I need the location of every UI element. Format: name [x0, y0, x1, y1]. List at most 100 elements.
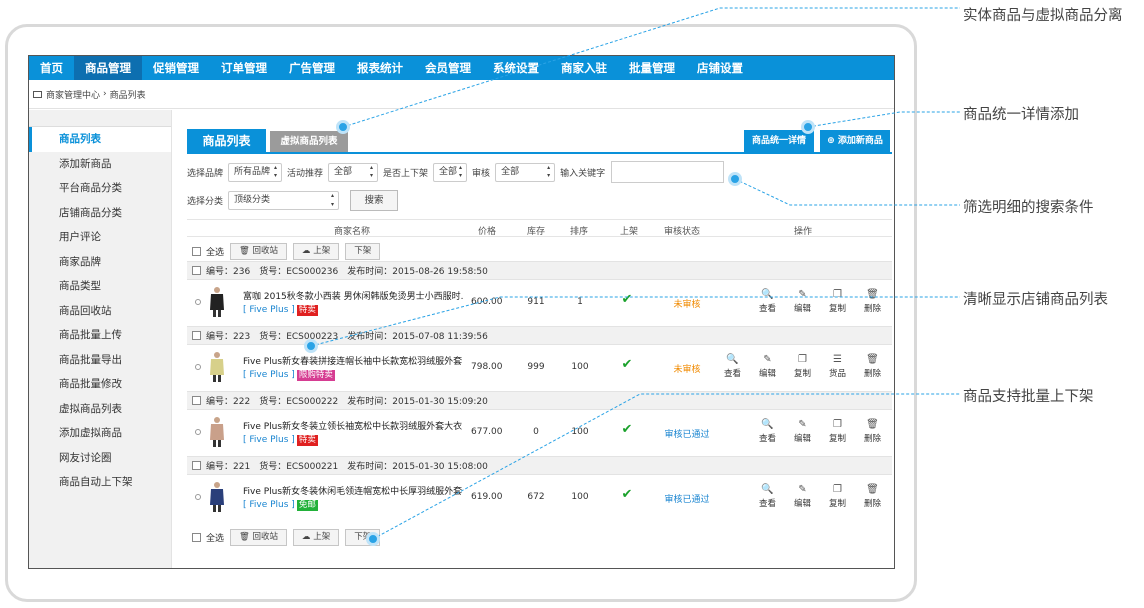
view-button[interactable]: 🔍 查看 [750, 419, 785, 444]
product-name[interactable]: Five Plus新女冬装立领长袖宽松中长款羽绒服外套大衣... [243, 419, 463, 432]
product-time: 发布时间：2015-07-08 11:39:56 [347, 332, 488, 342]
product-name[interactable]: Five Plus新女冬装休闲毛领连帽宽松中长厚羽绒服外套... [243, 484, 463, 497]
row-checkbox[interactable] [192, 461, 201, 470]
offshelf-button[interactable]: 下架 [345, 242, 381, 260]
view-button[interactable]: 🔍 查看 [750, 289, 785, 314]
row-checkbox[interactable] [192, 396, 201, 405]
sidebar-item-batch-edit[interactable]: 商品批量修改 [29, 372, 171, 397]
sidebar-item-add-virtual[interactable]: 添加虚拟商品 [29, 421, 171, 446]
edit-button[interactable]: ✎ 编辑 [750, 354, 785, 379]
sidebar-item-batch-upload[interactable]: 商品批量上传 [29, 323, 171, 348]
check-icon[interactable]: ✔ [619, 422, 635, 437]
sidebar-item-discussion[interactable]: 网友讨论圈 [29, 446, 171, 471]
recycle-button-bottom[interactable]: 🗑 回收站 [230, 528, 288, 546]
select-all-checkbox[interactable] [192, 246, 201, 256]
row-radio[interactable] [195, 494, 201, 500]
delete-button[interactable]: 🗑 删除 [855, 289, 890, 314]
product-price: 619.00 [471, 492, 503, 502]
view-button[interactable]: 🔍 查看 [715, 354, 750, 379]
row-radio[interactable] [195, 429, 201, 435]
sidebar-item-recycle[interactable]: 商品回收站 [29, 299, 171, 324]
copy-button[interactable]: ❐ 复制 [820, 289, 855, 314]
tab-virtual-list[interactable]: 虚拟商品列表 [270, 131, 348, 152]
delete-button[interactable]: 🗑 删除 [855, 419, 890, 444]
unified-detail-button[interactable]: 商品统一详情 [744, 130, 814, 152]
nav-home[interactable]: 首页 [29, 56, 74, 80]
table-header: 商家名称 价格 库存 排序 上架 审核状态 操作 [187, 219, 892, 237]
product-price: 798.00 [471, 362, 503, 372]
breadcrumb-separator: › [103, 89, 107, 99]
admin-screen: 首页 商品管理 促销管理 订单管理 广告管理 报表统计 会员管理 系统设置 商家… [28, 55, 895, 569]
check-icon[interactable]: ✔ [619, 292, 635, 307]
copy-button[interactable]: ❐ 复制 [785, 354, 820, 379]
product-brand: [ Five Plus ] 免邮 [243, 500, 318, 511]
sidebar-item-add-product[interactable]: 添加新商品 [29, 152, 171, 177]
onshelf-button[interactable]: ☁ 上架 [293, 242, 340, 260]
nav-members[interactable]: 会员管理 [414, 56, 482, 80]
edit-button[interactable]: ✎ 编辑 [785, 289, 820, 314]
search-button[interactable]: 搜索 [350, 190, 399, 211]
onshelf-button-bottom[interactable]: ☁ 上架 [293, 528, 340, 546]
nav-reports[interactable]: 报表统计 [346, 56, 414, 80]
delete-button[interactable]: 🗑 删除 [855, 484, 890, 509]
nav-batch[interactable]: 批量管理 [618, 56, 686, 80]
product-thumbnail[interactable] [208, 481, 226, 512]
top-nav: 首页 商品管理 促销管理 订单管理 广告管理 报表统计 会员管理 系统设置 商家… [29, 56, 894, 80]
recycle-button[interactable]: 🗑 回收站 [230, 242, 288, 260]
sidebar-item-shop-category[interactable]: 店铺商品分类 [29, 201, 171, 226]
delete-button[interactable]: 🗑 删除 [855, 354, 890, 379]
row-radio[interactable] [195, 299, 201, 305]
nav-ads[interactable]: 广告管理 [278, 56, 346, 80]
sidebar-item-batch-export[interactable]: 商品批量导出 [29, 348, 171, 373]
sidebar-item-virtual-list[interactable]: 虚拟商品列表 [29, 397, 171, 422]
sidebar-item-product-list[interactable]: 商品列表 [29, 127, 171, 152]
onsale-select[interactable]: 全部 [433, 162, 468, 182]
nav-orders[interactable]: 订单管理 [210, 56, 278, 80]
promo-select[interactable]: 全部 [328, 162, 379, 182]
view-button[interactable]: 🔍 查看 [750, 484, 785, 509]
row-checkbox[interactable] [192, 331, 201, 340]
cloud-upload-icon: ☁ [302, 531, 311, 542]
row-actions: 🔍 查看 ✎ 编辑 ❐ 复制 ☰ 货品 🗑 删除 [715, 354, 890, 379]
check-icon[interactable]: ✔ [619, 487, 635, 502]
product-thumbnail[interactable] [208, 416, 226, 447]
select-all-checkbox-bottom[interactable] [192, 532, 201, 542]
nav-shop-settings[interactable]: 店铺设置 [686, 56, 754, 80]
goods-button[interactable]: ☰ 货品 [820, 354, 855, 379]
breadcrumb-home[interactable]: 商家管理中心 [46, 88, 100, 101]
check-icon[interactable]: ✔ [619, 357, 635, 372]
row-checkbox[interactable] [192, 266, 201, 275]
view-icon: 🔍 [726, 354, 739, 365]
copy-icon: ❐ [833, 289, 842, 300]
promo-tag: 特卖 [296, 435, 318, 446]
copy-button[interactable]: ❐ 复制 [820, 419, 855, 444]
nav-product-management[interactable]: 商品管理 [74, 56, 142, 80]
add-product-button[interactable]: ⊕ 添加新商品 [820, 130, 890, 152]
category-select[interactable]: 顶级分类 [228, 191, 340, 210]
nav-promotion[interactable]: 促销管理 [142, 56, 210, 80]
audit-select[interactable]: 全部 [495, 162, 556, 182]
sidebar-item-auto-shelf[interactable]: 商品自动上下架 [29, 470, 171, 495]
trash-icon: 🗑 [239, 531, 250, 542]
edit-button[interactable]: ✎ 编辑 [785, 419, 820, 444]
edit-button[interactable]: ✎ 编辑 [785, 484, 820, 509]
product-name[interactable]: Five Plus新女春装拼接连帽长袖中长款宽松羽绒服外套... [243, 354, 463, 367]
main-panel: 商品列表 虚拟商品列表 商品统一详情 ⊕ 添加新商品 选择品牌 所有品牌 活动推… [187, 126, 892, 546]
plus-circle-icon: ⊕ [827, 136, 838, 146]
copy-button[interactable]: ❐ 复制 [820, 484, 855, 509]
keyword-input[interactable] [611, 161, 725, 183]
table-row: Five Plus新女冬装立领长袖宽松中长款羽绒服外套大衣... [ Five P… [187, 410, 892, 456]
product-thumbnail[interactable] [208, 351, 226, 382]
brand-select[interactable]: 所有品牌 [228, 162, 283, 182]
view-icon: 🔍 [761, 289, 774, 300]
row-radio[interactable] [195, 364, 201, 370]
sidebar-item-platform-category[interactable]: 平台商品分类 [29, 176, 171, 201]
tab-product-list[interactable]: 商品列表 [187, 129, 266, 154]
product-thumbnail[interactable] [208, 286, 226, 317]
sidebar-item-types[interactable]: 商品类型 [29, 274, 171, 299]
nav-settings[interactable]: 系统设置 [482, 56, 550, 80]
sidebar-item-reviews[interactable]: 用户评论 [29, 225, 171, 250]
sidebar-item-brands[interactable]: 商家品牌 [29, 250, 171, 275]
nav-merchant-join[interactable]: 商家入驻 [550, 56, 618, 80]
product-name[interactable]: 富咖 2015秋冬款小西装 男休闲韩版免烫男士小西服时... [243, 289, 463, 302]
